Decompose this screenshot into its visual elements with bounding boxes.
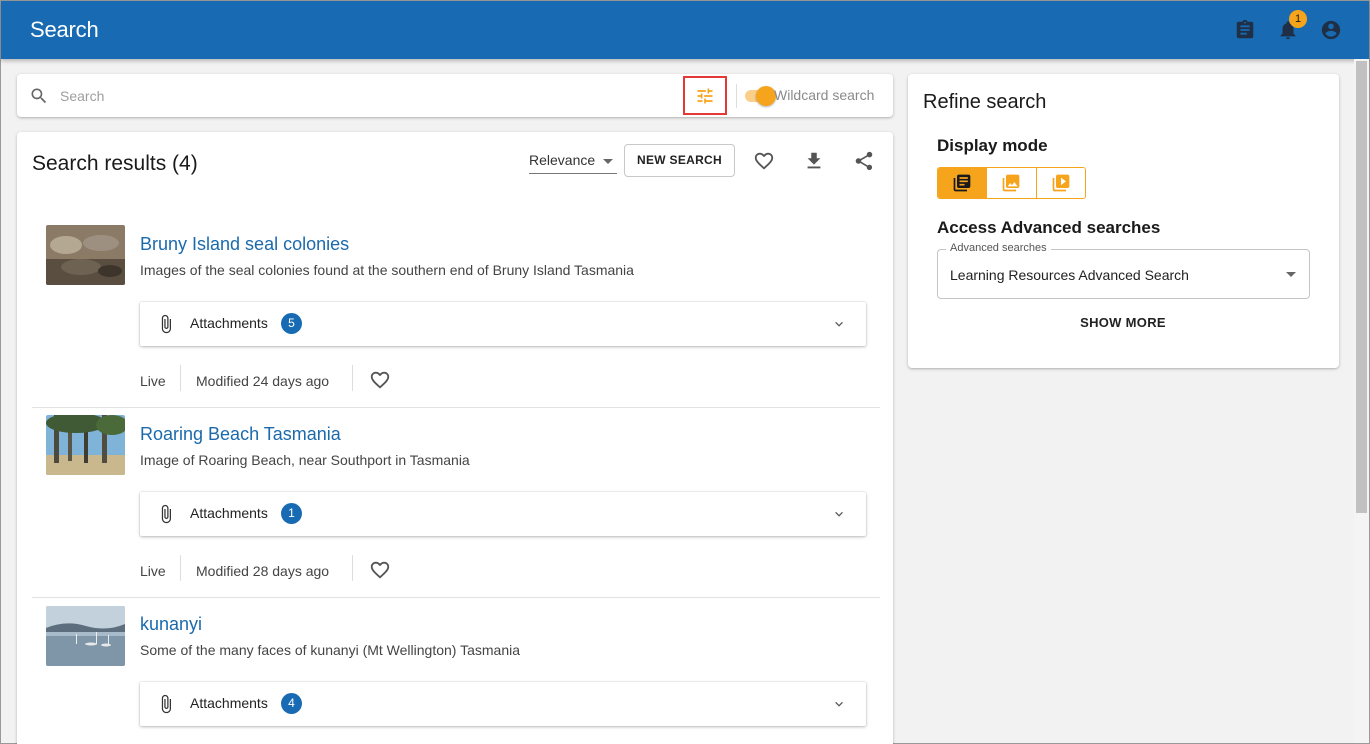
- refine-search-panel: Refine search Display mode Access Advanc…: [908, 74, 1339, 368]
- video-library-icon: [1052, 174, 1070, 192]
- result-title-link[interactable]: Bruny Island seal colonies: [140, 234, 349, 255]
- result-thumbnail[interactable]: [46, 606, 125, 666]
- result-divider: [32, 407, 880, 408]
- list-item: Bruny Island seal colonies Images of the…: [32, 225, 880, 408]
- app-bar: Search 1: [1, 1, 1369, 59]
- tune-icon: [697, 88, 713, 103]
- sort-value: Relevance: [529, 152, 596, 168]
- list-item: kunanyi Some of the many faces of kunany…: [32, 605, 880, 744]
- advanced-searches-title: Access Advanced searches: [937, 218, 1161, 237]
- result-thumbnail[interactable]: [46, 225, 125, 285]
- refine-title: Refine search: [923, 91, 1047, 113]
- attachments-label: Attachments: [190, 695, 268, 711]
- attachments-label: Attachments: [190, 315, 268, 331]
- attachments-label: Attachments: [190, 505, 268, 521]
- meta-divider: [352, 555, 353, 581]
- advanced-searches-select[interactable]: Advanced searches Learning Resources Adv…: [937, 242, 1310, 299]
- result-divider: [32, 597, 880, 598]
- result-title-link[interactable]: kunanyi: [140, 614, 202, 635]
- modified-date: Modified 24 days ago: [196, 373, 330, 389]
- download-icon[interactable]: [803, 150, 825, 172]
- list-item: Roaring Beach Tasmania Image of Roaring …: [32, 415, 880, 598]
- attachment-clip-icon: [156, 503, 176, 530]
- attachments-count-badge: 1: [281, 503, 302, 524]
- dropdown-caret-icon: [603, 159, 613, 164]
- attachments-accordion[interactable]: Attachments 4: [140, 682, 866, 726]
- advanced-searches-legend: Advanced searches: [946, 242, 1051, 254]
- search-bar: Wildcard search: [17, 74, 893, 117]
- meta-divider: [352, 365, 353, 391]
- attachments-accordion[interactable]: Attachments 5: [140, 302, 866, 346]
- result-thumbnail[interactable]: [46, 415, 125, 475]
- search-results-panel: Search results (4) Relevance NEW SEARCH …: [17, 132, 893, 744]
- clipboard-icon[interactable]: [1234, 19, 1256, 41]
- chevron-down-icon[interactable]: [832, 697, 846, 716]
- search-icon: [29, 86, 49, 111]
- advanced-searches-value: Learning Resources Advanced Search: [950, 267, 1189, 283]
- share-icon[interactable]: [853, 150, 875, 172]
- results-title: Search results (4): [32, 152, 198, 175]
- search-bar-divider: [736, 84, 737, 108]
- result-description: Some of the many faces of kunanyi (Mt We…: [140, 642, 520, 658]
- attachments-accordion[interactable]: Attachments 1: [140, 492, 866, 536]
- favourite-heart-icon[interactable]: [369, 369, 391, 394]
- attachments-count-badge: 5: [281, 313, 302, 334]
- chevron-down-icon[interactable]: [832, 507, 846, 526]
- result-description: Images of the seal colonies found at the…: [140, 262, 634, 278]
- show-more-button[interactable]: SHOW MORE: [1068, 315, 1178, 330]
- display-mode-toggle-group: [937, 167, 1086, 199]
- result-title-link[interactable]: Roaring Beach Tasmania: [140, 424, 341, 445]
- notification-badge: 1: [1289, 10, 1307, 28]
- chevron-down-icon[interactable]: [832, 317, 846, 336]
- attachment-clip-icon: [156, 313, 176, 340]
- display-mode-title: Display mode: [937, 136, 1048, 155]
- page-title: Search: [30, 17, 99, 42]
- modified-date: Modified 28 days ago: [196, 563, 330, 579]
- search-input[interactable]: [60, 85, 660, 107]
- attachments-count-badge: 4: [281, 693, 302, 714]
- favourite-search-heart-icon[interactable]: [753, 150, 775, 172]
- wildcard-toggle-knob[interactable]: [756, 86, 776, 106]
- status-label: Live: [140, 563, 166, 579]
- image-gallery-icon: [1003, 174, 1020, 192]
- filter-options-button[interactable]: [683, 76, 727, 115]
- gallery-image-mode-button[interactable]: [987, 168, 1037, 198]
- meta-divider: [180, 555, 181, 581]
- dropdown-caret-icon: [1286, 272, 1296, 277]
- result-description: Image of Roaring Beach, near Southport i…: [140, 452, 470, 468]
- account-circle-icon[interactable]: [1320, 19, 1342, 41]
- status-label: Live: [140, 373, 166, 389]
- new-search-button[interactable]: NEW SEARCH: [624, 144, 735, 177]
- favourite-heart-icon[interactable]: [369, 559, 391, 584]
- attachment-clip-icon: [156, 693, 176, 720]
- meta-divider: [180, 365, 181, 391]
- page-scrollbar-thumb[interactable]: [1356, 61, 1367, 513]
- gallery-video-mode-button[interactable]: [1036, 168, 1085, 198]
- sort-select[interactable]: Relevance: [529, 150, 617, 174]
- list-view-icon: [953, 174, 971, 192]
- wildcard-search-label: Wildcard search: [774, 87, 875, 103]
- list-mode-button[interactable]: [938, 168, 988, 198]
